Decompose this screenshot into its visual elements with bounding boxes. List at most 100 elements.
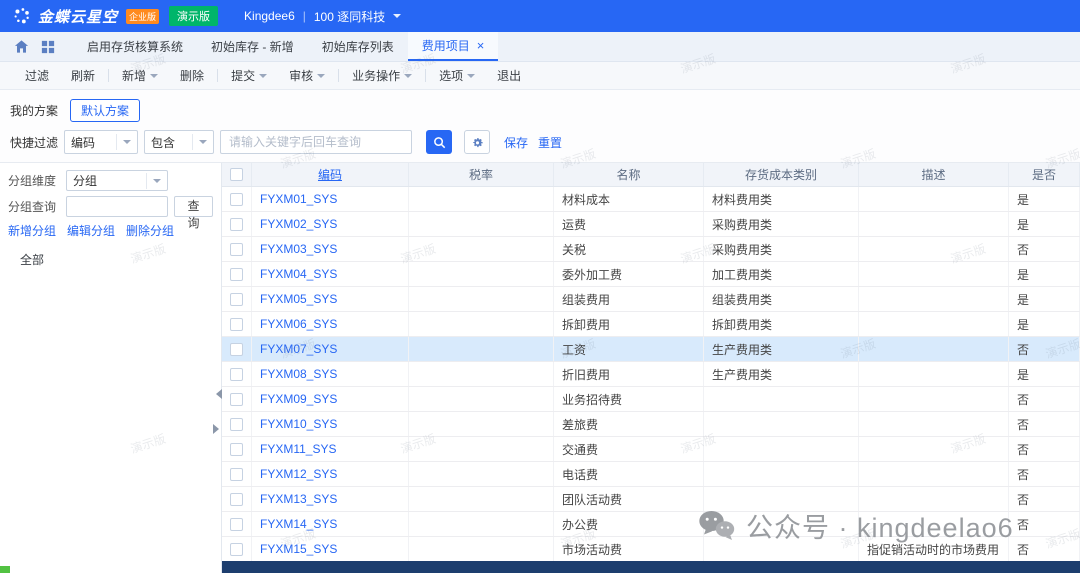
cell-code[interactable]: FYXM08_SYS — [252, 362, 409, 386]
add-group-link[interactable]: 新增分组 — [8, 222, 56, 239]
default-plan-chip[interactable]: 默认方案 — [70, 99, 140, 122]
cell-category — [704, 412, 859, 436]
row-checkbox[interactable] — [230, 243, 243, 256]
toolbar-button-filter[interactable]: 过滤 — [14, 67, 60, 84]
row-checkbox[interactable] — [230, 393, 243, 406]
sidebar-collapse-handle[interactable] — [214, 381, 223, 407]
table-row[interactable]: FYXM12_SYS电话费否 — [222, 462, 1080, 487]
cell-tax — [409, 312, 554, 336]
apps-grid-icon[interactable] — [41, 40, 55, 54]
keyword-search-input[interactable] — [220, 130, 412, 154]
cell-code[interactable]: FYXM05_SYS — [252, 287, 409, 311]
cell-code[interactable]: FYXM11_SYS — [252, 437, 409, 461]
table-row[interactable]: FYXM07_SYS工资生产费用类否 — [222, 337, 1080, 362]
table-row[interactable]: FYXM11_SYS交通费否 — [222, 437, 1080, 462]
table-row[interactable]: FYXM06_SYS拆卸费用拆卸费用类是 — [222, 312, 1080, 337]
column-header-desc[interactable]: 描述 — [859, 163, 1009, 186]
cell-code[interactable]: FYXM14_SYS — [252, 512, 409, 536]
row-checkbox[interactable] — [230, 193, 243, 206]
table-row[interactable]: FYXM13_SYS团队活动费否 — [222, 487, 1080, 512]
table-row[interactable]: FYXM03_SYS关税采购费用类否 — [222, 237, 1080, 262]
row-checkbox[interactable] — [230, 468, 243, 481]
tab-enable-inventory-accounting[interactable]: 启用存货核算系统 — [73, 32, 197, 61]
reset-filter-link[interactable]: 重置 — [538, 134, 562, 151]
toolbar-button-audit[interactable]: 审核 — [278, 67, 336, 84]
group-tree-root[interactable]: 全部 — [8, 248, 213, 271]
cell-code[interactable]: FYXM02_SYS — [252, 212, 409, 236]
column-header-flag[interactable]: 是否 — [1009, 163, 1080, 186]
account-menu[interactable]: Kingdee6 | 100 逐同科技 — [244, 8, 401, 25]
edit-group-link[interactable]: 编辑分组 — [67, 222, 115, 239]
table-row[interactable]: FYXM05_SYS组装费用组装费用类是 — [222, 287, 1080, 312]
group-query-button[interactable]: 查询 — [174, 196, 213, 217]
toolbar-button-options[interactable]: 选项 — [428, 67, 486, 84]
sidebar-expand-handle[interactable] — [211, 416, 220, 442]
cell-code[interactable]: FYXM01_SYS — [252, 187, 409, 211]
group-query-row: 分组查询 查询 — [8, 196, 213, 217]
tab-initial-inventory-list[interactable]: 初始库存列表 — [308, 32, 408, 61]
row-checkbox[interactable] — [230, 368, 243, 381]
table-row[interactable]: FYXM10_SYS差旅费否 — [222, 412, 1080, 437]
tab-expense-items[interactable]: 费用项目× — [408, 32, 499, 61]
delete-group-link[interactable]: 删除分组 — [126, 222, 174, 239]
cell-code[interactable]: FYXM13_SYS — [252, 487, 409, 511]
table-row[interactable]: FYXM01_SYS材料成本材料费用类是 — [222, 187, 1080, 212]
cell-code[interactable]: FYXM10_SYS — [252, 412, 409, 436]
cell-code[interactable]: FYXM09_SYS — [252, 387, 409, 411]
table-row[interactable]: FYXM04_SYS委外加工费加工费用类是 — [222, 262, 1080, 287]
table-row[interactable]: FYXM15_SYS市场活动费指促销活动时的市场费用否 — [222, 537, 1080, 562]
save-filter-link[interactable]: 保存 — [504, 134, 528, 151]
home-icon[interactable] — [14, 39, 29, 54]
row-checkbox[interactable] — [230, 268, 243, 281]
cell-code[interactable]: FYXM15_SYS — [252, 537, 409, 561]
close-tab-icon[interactable]: × — [477, 39, 485, 52]
table-row[interactable]: FYXM02_SYS运费采购费用类是 — [222, 212, 1080, 237]
select-all-checkbox[interactable] — [230, 168, 243, 181]
row-checkbox[interactable] — [230, 218, 243, 231]
toolbar-button-business-operations[interactable]: 业务操作 — [341, 67, 423, 84]
toolbar-button-refresh[interactable]: 刷新 — [60, 67, 106, 84]
row-checkbox-cell — [222, 212, 252, 236]
cell-code[interactable]: FYXM04_SYS — [252, 262, 409, 286]
filter-settings-button[interactable] — [464, 130, 490, 154]
cell-category: 采购费用类 — [704, 237, 859, 261]
cell-code[interactable]: FYXM06_SYS — [252, 312, 409, 336]
toolbar-button-label: 提交 — [231, 67, 255, 84]
row-checkbox[interactable] — [230, 518, 243, 531]
table-row[interactable]: FYXM08_SYS折旧费用生产费用类是 — [222, 362, 1080, 387]
table-row[interactable]: FYXM09_SYS业务招待费否 — [222, 387, 1080, 412]
row-checkbox[interactable] — [230, 293, 243, 306]
row-checkbox[interactable] — [230, 493, 243, 506]
row-checkbox[interactable] — [230, 543, 243, 556]
column-header-code[interactable]: 编码 — [252, 163, 409, 186]
row-checkbox[interactable] — [230, 318, 243, 331]
search-button[interactable] — [426, 130, 452, 154]
row-checkbox[interactable] — [230, 343, 243, 356]
column-header-category[interactable]: 存货成本类别 — [704, 163, 859, 186]
toolbar-button-exit[interactable]: 退出 — [486, 67, 532, 84]
cell-code[interactable]: FYXM07_SYS — [252, 337, 409, 361]
table-header: 编码税率名称存货成本类别描述是否 — [222, 163, 1080, 187]
cell-code[interactable]: FYXM03_SYS — [252, 237, 409, 261]
column-header-name[interactable]: 名称 — [554, 163, 704, 186]
row-checkbox[interactable] — [230, 418, 243, 431]
filter-field-select[interactable]: 编码 — [64, 130, 138, 154]
cell-tax — [409, 187, 554, 211]
cell-desc — [859, 487, 1009, 511]
toolbar-button-delete[interactable]: 删除 — [169, 67, 215, 84]
cell-flag: 是 — [1009, 362, 1080, 386]
column-header-tax[interactable]: 税率 — [409, 163, 554, 186]
chevron-down-icon — [259, 74, 267, 78]
cell-name: 运费 — [554, 212, 704, 236]
plan-row: 我的方案 默认方案 — [10, 98, 1070, 122]
tab-initial-inventory-new[interactable]: 初始库存 - 新增 — [197, 32, 308, 61]
cell-name: 关税 — [554, 237, 704, 261]
table-row[interactable]: FYXM14_SYS办公费否 — [222, 512, 1080, 537]
toolbar-button-submit[interactable]: 提交 — [220, 67, 278, 84]
filter-operator-select[interactable]: 包含 — [144, 130, 214, 154]
group-dimension-select[interactable]: 分组 — [66, 170, 168, 191]
group-query-input[interactable] — [66, 196, 168, 217]
row-checkbox[interactable] — [230, 443, 243, 456]
toolbar-button-new[interactable]: 新增 — [111, 67, 169, 84]
cell-code[interactable]: FYXM12_SYS — [252, 462, 409, 486]
